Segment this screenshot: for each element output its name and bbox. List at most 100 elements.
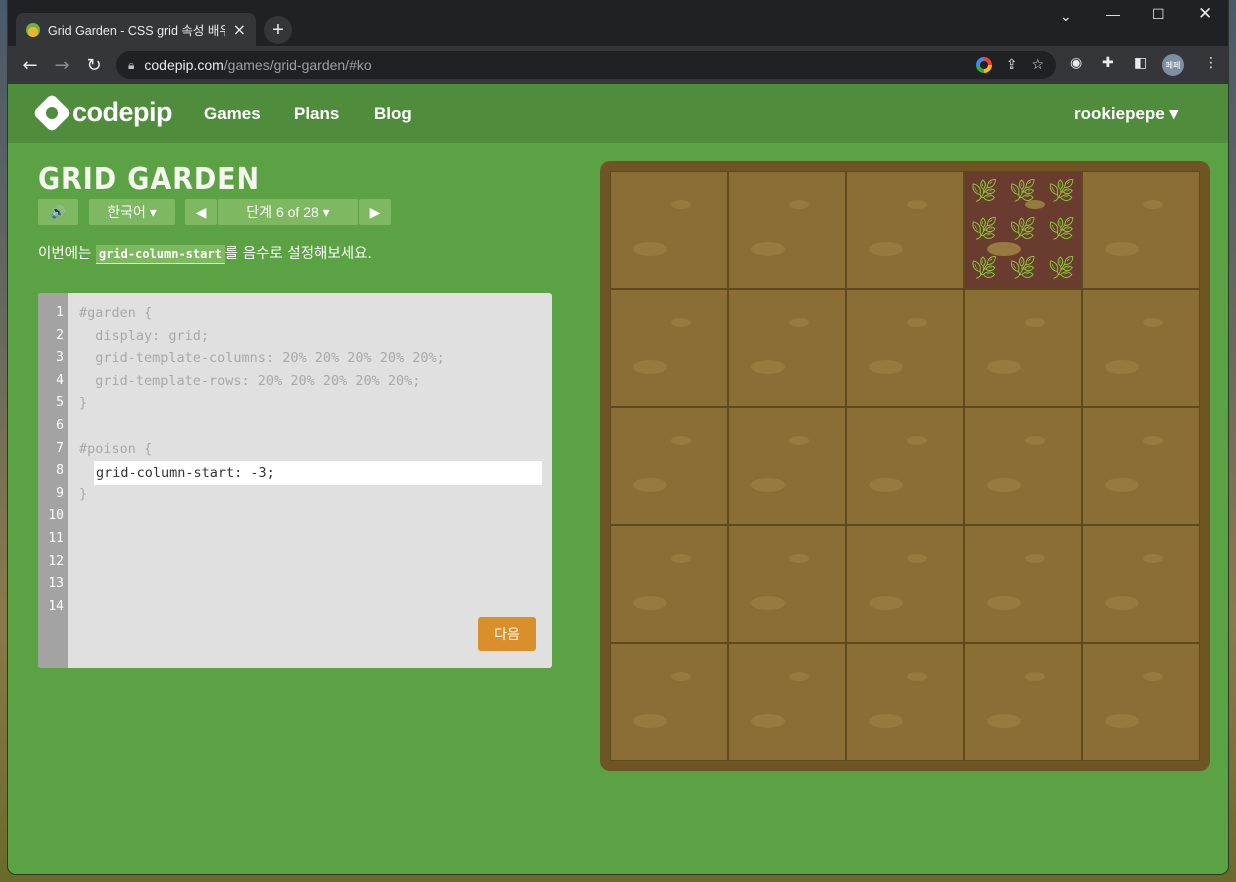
- soil-cell: [964, 289, 1082, 407]
- back-icon[interactable]: ←: [14, 55, 46, 76]
- minimize-icon[interactable]: —: [1106, 6, 1120, 22]
- line-number: 10: [48, 508, 64, 524]
- garden-board: 🌿︎ 🌿︎ 🌿︎ 🌿︎ 🌿︎ 🌿︎ 🌿︎ 🌿︎ 🌿︎: [600, 161, 1210, 771]
- browser-window: Grid Garden - CSS grid 속성 배우기 × + ⌄ — ☐ …: [8, 0, 1228, 874]
- code-line: #poison {: [79, 440, 153, 457]
- code-line: grid-template-rows: 20% 20% 20% 20% 20%;: [79, 372, 421, 389]
- instructions: 이번에는 grid-column-start 를 음수로 설정해보세요.: [38, 245, 373, 264]
- soil-cell: [1082, 407, 1200, 525]
- soil-cell: [846, 171, 964, 289]
- line-number: 14: [48, 598, 64, 614]
- line-number: 9: [56, 485, 64, 501]
- speaker-icon: 🔊: [50, 205, 66, 219]
- forward-icon[interactable]: →: [46, 55, 78, 76]
- soil-cell: [846, 643, 964, 761]
- line-number: 5: [56, 395, 64, 411]
- next-level-button[interactable]: ▶: [359, 199, 391, 225]
- close-tab-icon[interactable]: ×: [233, 21, 246, 38]
- google-icon[interactable]: [975, 57, 992, 73]
- new-tab-button[interactable]: +: [264, 16, 292, 44]
- menu-icon[interactable]: ⋮: [1204, 55, 1218, 71]
- address-bar[interactable]: 🔒︎ codepip.com/games/grid-garden/#ko ⇪ ☆: [116, 51, 1056, 79]
- soil-cell: [846, 525, 964, 643]
- share-icon[interactable]: ⇪: [1006, 57, 1018, 73]
- weed-icon: 🌿︎: [1047, 256, 1076, 282]
- soil-cell: [728, 525, 846, 643]
- soil-cell: [610, 525, 728, 643]
- tab-search-icon[interactable]: ⌄: [1060, 8, 1072, 25]
- line-number: 12: [48, 553, 64, 569]
- prev-level-button[interactable]: ◀: [185, 199, 217, 225]
- level-select[interactable]: 단계 6 of 28 ▾: [218, 199, 358, 225]
- css-input[interactable]: grid-column-start: -3;: [94, 461, 542, 485]
- soil-cell: [610, 407, 728, 525]
- weed-icon: 🌿︎: [970, 256, 999, 282]
- soil-cell: [728, 171, 846, 289]
- nav-blog[interactable]: Blog: [374, 104, 412, 124]
- code-line: grid-template-columns: 20% 20% 20% 20% 2…: [79, 350, 445, 367]
- poison-weed-cell: 🌿︎ 🌿︎ 🌿︎ 🌿︎ 🌿︎ 🌿︎ 🌿︎ 🌿︎ 🌿︎: [964, 171, 1082, 289]
- line-number: 3: [56, 350, 64, 366]
- weed-icon: 🌿︎: [1009, 256, 1037, 282]
- extensions-icon[interactable]: ✚: [1102, 55, 1114, 71]
- weed-icon: 🌿︎: [970, 217, 999, 243]
- nav-games[interactable]: Games: [204, 104, 261, 124]
- line-number: 2: [56, 327, 64, 343]
- sound-button[interactable]: 🔊: [38, 199, 78, 225]
- weed-icon: 🌿︎: [1047, 178, 1076, 204]
- code-editor: 1 2 3 4 5 6 7 8 9 10 11 12 13 14 #garden { display: gr…: [38, 293, 552, 668]
- maximize-icon[interactable]: ☐: [1152, 6, 1165, 23]
- close-window-icon[interactable]: ✕: [1198, 4, 1212, 24]
- code-line: #garden {: [79, 305, 153, 321]
- soil-cell: [728, 407, 846, 525]
- code-line: }: [79, 485, 88, 502]
- soil-cell: [1082, 643, 1200, 761]
- line-number: 6: [56, 418, 64, 433]
- soil-cell: [610, 289, 728, 407]
- reload-icon[interactable]: ↻: [78, 55, 110, 76]
- url-text: codepip.com/games/grid-garden/#ko: [144, 57, 372, 73]
- user-menu[interactable]: rookiepepe ▾: [1074, 104, 1178, 124]
- weed-icon: 🌿︎: [1047, 217, 1076, 243]
- tab-strip: Grid Garden - CSS grid 속성 배우기 × + ⌄ — ☐ …: [8, 0, 1228, 46]
- soil-cell: [964, 525, 1082, 643]
- code-line: display: grid;: [79, 327, 210, 344]
- browser-toolbar: ← → ↻ 🔒︎ codepip.com/games/grid-garden/#…: [8, 46, 1228, 84]
- language-select[interactable]: 한국어 ▾: [89, 199, 175, 225]
- lock-icon: 🔒︎: [128, 57, 135, 72]
- line-number: 8: [56, 463, 64, 479]
- soil-cell: [610, 171, 728, 289]
- line-number: 13: [48, 576, 64, 592]
- bookmark-star-icon[interactable]: ☆: [1031, 57, 1044, 73]
- logo-text: codepip: [72, 97, 173, 127]
- soil-cell: [1082, 171, 1200, 289]
- soil-cell: [1082, 525, 1200, 643]
- page-title: GRID GARDEN: [38, 162, 261, 197]
- weed-icon: 🌿︎: [1009, 217, 1037, 243]
- line-number: 1: [56, 305, 64, 320]
- camera-icon[interactable]: ◉: [1070, 55, 1082, 71]
- site-header: codepip Games Plans Blog rookiepepe ▾: [8, 84, 1228, 143]
- soil-cell: [1082, 289, 1200, 407]
- line-number: 11: [48, 531, 64, 546]
- codepip-logo[interactable]: codepip: [32, 92, 173, 133]
- soil-cell: [846, 407, 964, 525]
- soil-cell: [610, 643, 728, 761]
- soil-cell: [964, 643, 1082, 761]
- favicon-icon: [26, 22, 40, 37]
- garden-grid: 🌿︎ 🌿︎ 🌿︎ 🌿︎ 🌿︎ 🌿︎ 🌿︎ 🌿︎ 🌿︎: [610, 171, 1200, 761]
- line-number: 7: [56, 440, 64, 456]
- logo-icon: [32, 92, 72, 133]
- nav-plans[interactable]: Plans: [294, 104, 339, 124]
- instruction-code: grid-column-start: [95, 245, 225, 264]
- profile-avatar[interactable]: 페페: [1162, 54, 1184, 76]
- tab-title: Grid Garden - CSS grid 속성 배우기: [48, 24, 225, 38]
- soil-cell: [964, 407, 1082, 525]
- soil-cell: [728, 643, 846, 761]
- weed-icon: 🌿︎: [1009, 178, 1037, 204]
- next-button[interactable]: 다음: [478, 617, 536, 651]
- browser-tab[interactable]: Grid Garden - CSS grid 속성 배우기 ×: [16, 13, 256, 46]
- sidebar-icon[interactable]: ◧: [1134, 55, 1147, 71]
- soil-cell: [846, 289, 964, 407]
- code-line: }: [79, 395, 88, 412]
